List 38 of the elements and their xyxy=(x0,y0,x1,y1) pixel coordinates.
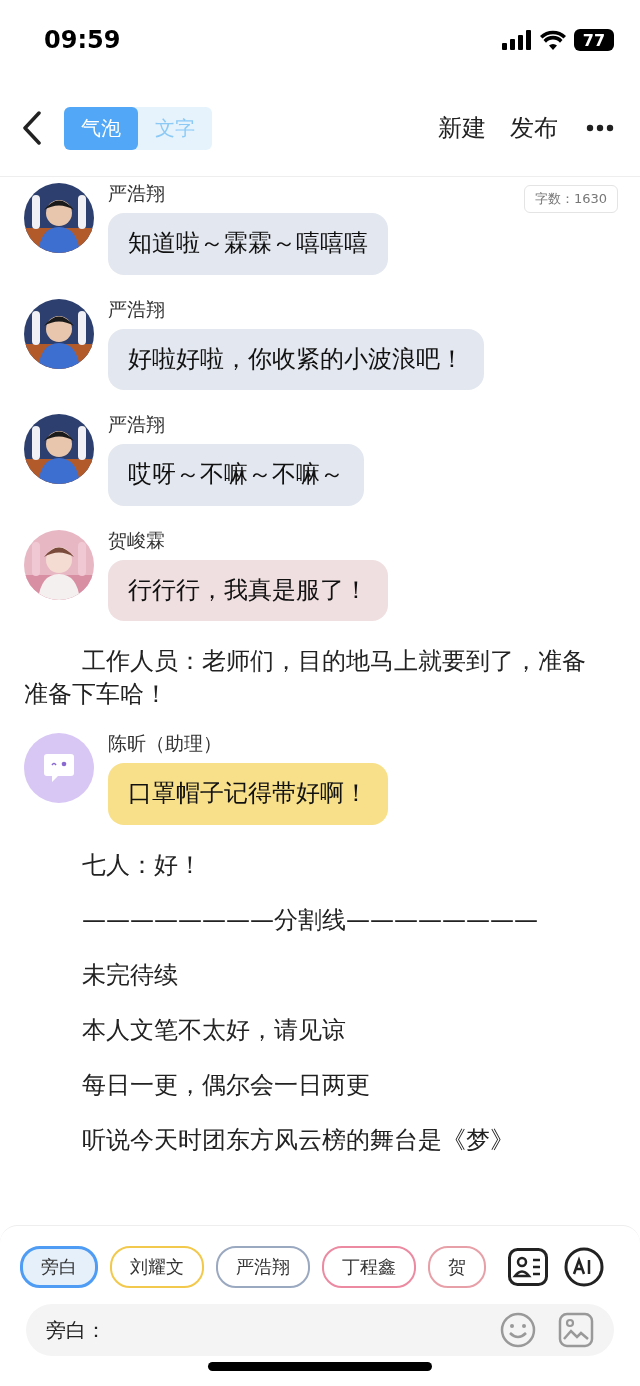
narration-text: 本人文笔不太好，请见谅 xyxy=(81,1014,347,1046)
image-icon[interactable] xyxy=(558,1312,594,1348)
input-prefix: 旁白： xyxy=(46,1316,106,1344)
header-action[interactable]: 新建 xyxy=(438,112,486,144)
chat-bubble: 行行行，我真是服了！ xyxy=(108,559,388,622)
smiley-icon[interactable] xyxy=(500,1312,536,1348)
chat-bubble: 口罩帽子记得带好啊！ xyxy=(108,763,388,825)
battery-level: 77 xyxy=(582,30,606,50)
status-time: 09:59 xyxy=(44,26,122,54)
narration-text: 每日一更，偶尔会一日两更 xyxy=(81,1069,371,1101)
narration-text: 听说今天时团东方风云榜的舞台是《梦》 xyxy=(81,1124,515,1156)
speaker-name: 严浩翔 xyxy=(108,181,165,206)
speaker-name: 陈昕（助理） xyxy=(108,731,222,757)
ai-icon[interactable] xyxy=(564,1247,604,1287)
narration-text: 工作人员：老师们，目的地马上就要到了，准备准备下车哈！ xyxy=(23,646,587,711)
chat-bubble: 好啦好啦，你收紧的小波浪吧！ xyxy=(108,328,484,391)
more-icon[interactable] xyxy=(586,124,614,132)
contact-card-icon[interactable] xyxy=(508,1248,548,1286)
role-chip[interactable]: 严浩翔 xyxy=(216,1246,310,1288)
narration-text: ————————分割线———————— xyxy=(81,904,539,936)
signal-icon xyxy=(502,30,532,50)
narration-text: 七人：好！ xyxy=(81,849,203,881)
speaker-name: 严浩翔 xyxy=(108,412,165,438)
header-action[interactable]: 发布 xyxy=(510,112,558,144)
message-input-field[interactable]: 旁白： xyxy=(26,1304,614,1356)
speaker-name: 严浩翔 xyxy=(108,296,165,322)
role-chip[interactable]: 贺 xyxy=(428,1246,486,1288)
speaker-name: 贺峻霖 xyxy=(108,527,165,553)
chat-bubble-avatar-icon xyxy=(24,733,94,804)
back-icon[interactable] xyxy=(22,111,42,145)
role-chip[interactable]: 刘耀文 xyxy=(110,1246,204,1288)
wifi-icon xyxy=(540,30,566,50)
chat-bubble: 知道啦～霖霖～嘻嘻嘻 xyxy=(108,213,388,275)
role-chip[interactable]: 旁白 xyxy=(20,1246,98,1288)
word-count-badge: 字数：1630 xyxy=(523,185,618,213)
chat-bubble: 哎呀～不嘛～不嘛～ xyxy=(108,444,364,506)
narration-text: 未完待续 xyxy=(81,959,179,991)
role-chip[interactable]: 丁程鑫 xyxy=(322,1246,416,1288)
